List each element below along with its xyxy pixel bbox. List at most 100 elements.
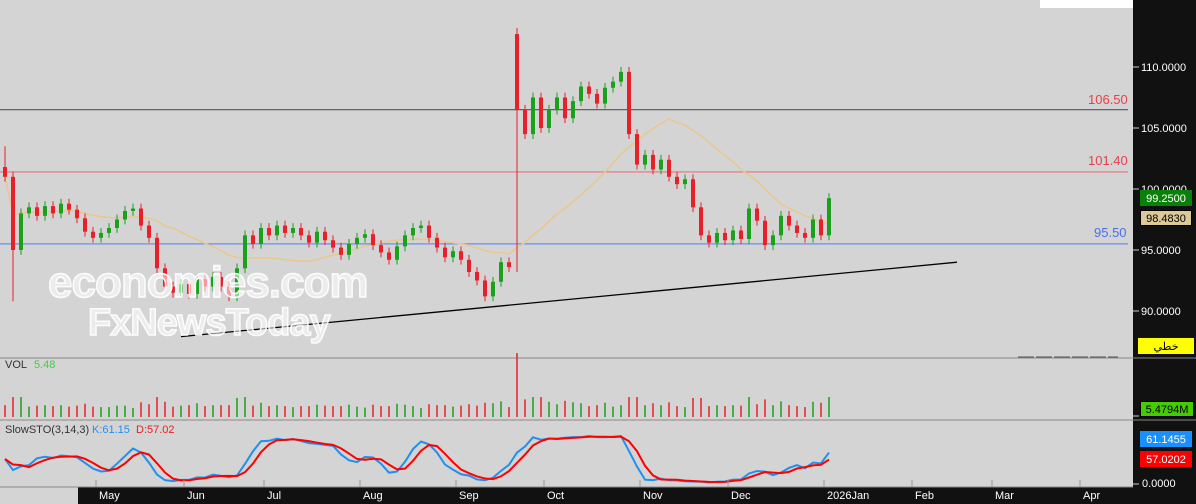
candle-body [771,235,775,246]
candle-body [707,235,711,243]
volume-value: 5.48 [34,359,56,371]
candle-body [611,81,615,88]
moving-average-line [4,118,830,263]
price-tick-label: 90.0000 [1141,306,1181,318]
month-label: Jun [187,490,205,502]
candle-body [627,71,631,135]
candle-body [331,240,335,248]
candle-body [355,237,359,244]
candle-body [827,198,831,236]
candle-body [435,237,439,248]
candle-body [803,232,807,238]
candle-body [459,251,463,260]
candle-body [811,219,815,238]
candle-body [139,208,143,226]
price-chart[interactable]: 110.0000105.0000100.000095.000090.0000Ma… [0,0,1196,504]
candle-body [427,225,431,238]
candle-body [27,207,31,214]
ma-value-tag: 98.4830 [1140,210,1192,226]
candle-body [539,97,543,128]
candle-body [67,203,71,210]
month-label: Feb [915,490,934,502]
candle-body [747,208,751,240]
sto-k-label: K:61.15 [92,424,130,436]
volume-label: VOL [5,359,28,371]
candle-body [739,230,743,240]
month-label: May [99,490,120,502]
price-tick-label: 95.0000 [1141,245,1181,257]
candle-body [323,231,327,241]
level-label-106: 106.50 [1088,92,1128,107]
candle-body [395,246,399,260]
candle-body [563,97,567,119]
sto-d-tag: 57.0202 [1140,451,1192,467]
month-label: Nov [643,490,663,502]
candle-body [787,215,791,226]
top-strip [1040,0,1133,8]
candle-body [43,206,47,216]
time-axis-bg [78,487,1133,504]
watermark-fxnewstoday: FxNewsToday [87,301,331,345]
candle-body [307,235,311,243]
candle-body [35,207,39,216]
candle-body [659,159,663,170]
candle-body [531,97,535,135]
candle-body [731,230,735,241]
candle-body [99,232,103,238]
candle-body [523,109,527,135]
candle-body [675,176,679,185]
candle-body [683,179,687,185]
sto-label: SlowSTO(3,14,3) [5,424,90,436]
candle-body [59,203,63,214]
candle-body [475,271,479,281]
candle-body [635,134,639,165]
candle-body [299,228,303,236]
candle-body [723,232,727,241]
candle-body [443,247,447,258]
candle-body [339,247,343,255]
candle-body [275,225,279,236]
candle-body [267,228,271,236]
candle-body [755,208,759,221]
price-tick-label: 105.0000 [1141,123,1187,135]
last-price-tag: 99.2500 [1140,190,1192,206]
candle-body [291,228,295,233]
candle-body [83,218,87,232]
candle-body [699,207,703,236]
candle-body [483,280,487,297]
candle-body [451,251,455,258]
month-label: Mar [995,490,1014,502]
candle-body [795,225,799,233]
candle-body [651,154,655,170]
candle-body [371,234,375,246]
candle-body [283,225,287,233]
candle-body [819,219,823,236]
candle-body [91,231,95,238]
mode-toggle-button[interactable]: خطي [1138,338,1194,354]
month-label: Apr [1083,490,1100,502]
candle-body [547,109,551,128]
candle-body [691,179,695,208]
candle-body [507,262,511,268]
month-label: Oct [547,490,564,502]
candle-body [251,235,255,244]
candle-body [411,228,415,236]
candle-body [579,86,583,102]
candle-body [75,209,79,219]
candle-body [571,101,575,119]
month-label: Aug [363,490,383,502]
month-label: Sep [459,490,479,502]
watermark-economies: economies.com [47,257,369,308]
candle-body [715,232,719,243]
level-label-101: 101.40 [1088,153,1128,168]
month-label: Jul [267,490,281,502]
candle-body [51,206,55,214]
candle-body [419,225,423,229]
candle-body [3,167,7,177]
month-label: 2026Jan [827,490,869,502]
sto-zero-label: 0.0000 [1142,478,1176,490]
candle-body [619,71,623,82]
candle-body [467,259,471,272]
candle-body [259,228,263,244]
candle-body [363,234,367,238]
